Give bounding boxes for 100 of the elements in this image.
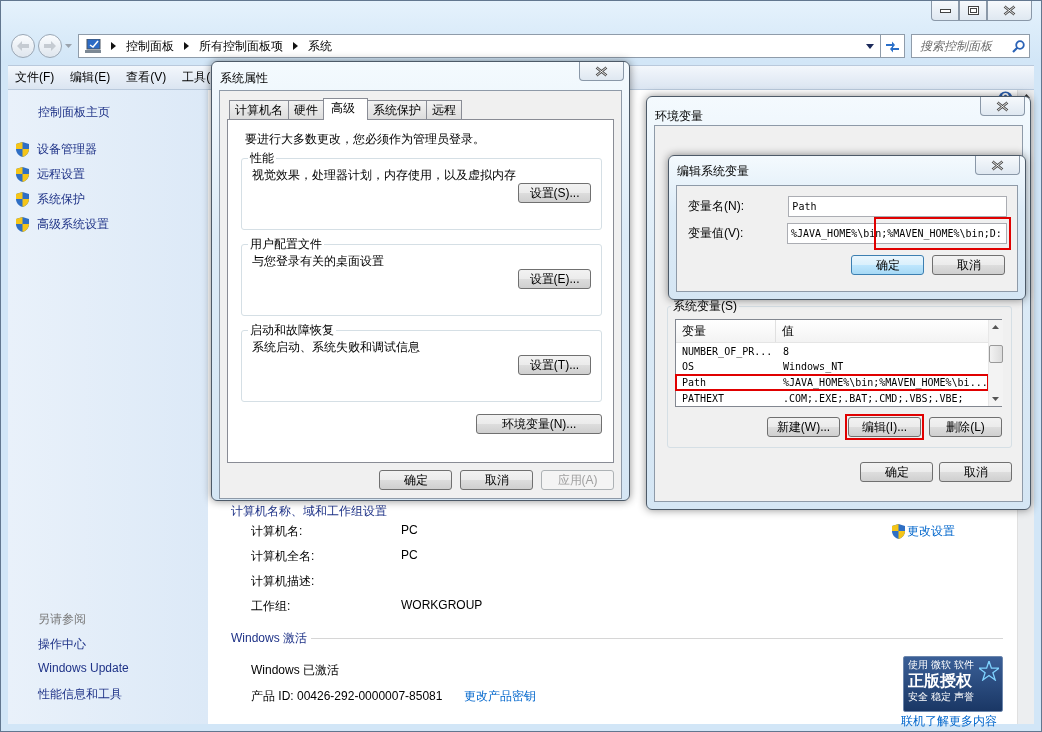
arrow-left-icon bbox=[17, 41, 29, 51]
settings-button[interactable]: 设置(T)... bbox=[518, 355, 591, 375]
list-row[interactable]: PATHEXT .COM;.EXE;.BAT;.CMD;.VBS;.VBE; bbox=[676, 390, 988, 406]
group-title: 用户配置文件 bbox=[249, 236, 323, 253]
close-button[interactable] bbox=[975, 156, 1020, 175]
field-label: 变量值(V): bbox=[688, 225, 745, 242]
breadcrumb[interactable]: 所有控制面板项 bbox=[199, 37, 283, 55]
dialog-button[interactable]: 确定 bbox=[379, 470, 452, 490]
group-description: 与您登录有关的桌面设置 bbox=[252, 253, 385, 269]
close-button[interactable] bbox=[980, 97, 1025, 116]
close-icon bbox=[1003, 5, 1016, 16]
group-description: 视觉效果，处理器计划，内存使用，以及虚拟内存 bbox=[252, 167, 517, 183]
close-button[interactable] bbox=[579, 62, 624, 81]
chevron-right-icon bbox=[184, 42, 189, 50]
column-header[interactable]: 值 bbox=[776, 320, 988, 343]
change-settings-link[interactable]: 更改设置 bbox=[907, 522, 955, 540]
field-value: PC bbox=[401, 523, 418, 539]
settings-button[interactable]: 设置(E)... bbox=[518, 269, 591, 289]
maximize-icon bbox=[967, 6, 979, 15]
arrow-down-icon[interactable] bbox=[992, 397, 1000, 401]
tab[interactable]: 硬件 bbox=[288, 100, 324, 119]
menu-item[interactable]: 文件(F) bbox=[12, 69, 58, 86]
sidebar-link[interactable]: 设备管理器 bbox=[37, 140, 97, 158]
tab[interactable]: 系统保护 bbox=[367, 100, 427, 119]
dialog-button[interactable]: 删除(L) bbox=[929, 417, 1002, 437]
field-label: 计算机名: bbox=[251, 523, 304, 539]
dialog-button[interactable]: 取消 bbox=[939, 462, 1012, 482]
dialog-button[interactable]: 取消 bbox=[932, 255, 1005, 275]
section-heading: 另请参阅 bbox=[38, 611, 87, 627]
computer-icon bbox=[85, 39, 101, 53]
shield-icon bbox=[16, 166, 29, 182]
chevron-right-icon bbox=[111, 42, 116, 50]
search-field[interactable]: 搜索控制面板 bbox=[911, 34, 1030, 58]
refresh-icon bbox=[885, 39, 900, 53]
menu-item[interactable]: 查看(V) bbox=[123, 69, 170, 86]
sidebar-link[interactable]: 控制面板主页 bbox=[38, 104, 208, 120]
section-heading: 计算机名称、域和工作组设置 bbox=[231, 503, 388, 519]
badge-caption: 安全 稳定 声誉 bbox=[908, 691, 975, 703]
sidebar-link[interactable]: Windows Update bbox=[38, 661, 208, 677]
badge-caption: 使用 微软 软件 bbox=[908, 659, 975, 671]
menu-item[interactable]: 工具( bbox=[179, 69, 214, 86]
chevron-right-icon bbox=[293, 42, 298, 50]
scroll-thumb[interactable] bbox=[988, 345, 1003, 363]
dialog-button[interactable]: 新建(W)... bbox=[767, 417, 840, 437]
search-input[interactable]: 搜索控制面板 bbox=[920, 39, 1010, 53]
sidebar-link[interactable]: 系统保护 bbox=[37, 190, 85, 208]
minimize-button[interactable] bbox=[931, 1, 959, 21]
star-icon bbox=[979, 661, 999, 681]
sidebar-link[interactable]: 高级系统设置 bbox=[37, 215, 109, 233]
tab[interactable]: 高级 bbox=[323, 98, 368, 120]
search-icon bbox=[1012, 39, 1025, 53]
group-title: 启动和故障恢复 bbox=[249, 322, 335, 339]
dialog-title: 编辑系统变量 bbox=[677, 163, 749, 180]
sidebar-link[interactable]: 性能信息和工具 bbox=[38, 686, 208, 702]
input-field[interactable]: Path bbox=[788, 196, 1007, 217]
refresh-button[interactable] bbox=[881, 34, 905, 58]
settings-button[interactable]: 设置(S)... bbox=[518, 183, 591, 203]
list-row[interactable]: NUMBER_OF_PR... 8 bbox=[676, 343, 988, 360]
sidebar-link[interactable]: 远程设置 bbox=[37, 165, 85, 183]
arrow-up-icon[interactable] bbox=[992, 325, 1000, 329]
change-key-link[interactable]: 更改产品密钥 bbox=[464, 688, 537, 705]
list-row[interactable]: OS Windows_NT bbox=[676, 359, 988, 375]
activation-status: Windows 已激活 bbox=[251, 662, 340, 679]
list-row[interactable]: Path %JAVA_HOME%\bin;%MAVEN_HOME%\bi... bbox=[676, 374, 988, 391]
dialog-button[interactable]: 编辑(I)... bbox=[848, 417, 921, 437]
maximize-button[interactable] bbox=[959, 1, 987, 21]
field-value: PC bbox=[401, 548, 418, 564]
learn-more-link[interactable]: 联机了解更多内容 bbox=[901, 715, 997, 727]
breadcrumb[interactable]: 系统 bbox=[308, 37, 332, 55]
product-id: 产品 ID: 00426-292-0000007-85081 bbox=[251, 688, 443, 705]
dialog-title: 系统属性 bbox=[220, 69, 268, 87]
tab[interactable]: 计算机名 bbox=[229, 100, 289, 119]
notice-text: 要进行大多数更改，您必须作为管理员登录。 bbox=[245, 131, 486, 147]
field-value: WORKGROUP bbox=[401, 598, 483, 614]
dialog-title: 环境变量 bbox=[655, 107, 703, 125]
dialog-button[interactable]: 确定 bbox=[860, 462, 933, 482]
dialog-button[interactable]: 确定 bbox=[851, 255, 924, 275]
group-description: 系统启动、系统失败和调试信息 bbox=[252, 339, 421, 355]
minimize-icon bbox=[939, 8, 951, 13]
dialog-button[interactable]: 取消 bbox=[460, 470, 533, 490]
close-icon bbox=[991, 159, 1004, 171]
address-bar[interactable]: 控制面板 所有控制面板项 系统 bbox=[78, 34, 881, 58]
environment-variables-button[interactable]: 环境变量(N)... bbox=[476, 414, 602, 434]
group-title: 系统变量(S) bbox=[672, 298, 738, 315]
field-label: 计算机全名: bbox=[251, 548, 316, 564]
column-header[interactable]: 变量 bbox=[676, 320, 776, 343]
sidebar-link[interactable]: 操作中心 bbox=[38, 636, 208, 652]
caret-down-icon[interactable] bbox=[866, 43, 874, 49]
shield-icon bbox=[16, 191, 29, 207]
group-title: 性能 bbox=[249, 150, 275, 167]
arrow-right-icon bbox=[44, 41, 56, 51]
shield-icon bbox=[16, 141, 29, 157]
tab[interactable]: 远程 bbox=[426, 100, 462, 119]
menu-item[interactable]: 编辑(E) bbox=[67, 69, 114, 86]
breadcrumb[interactable]: 控制面板 bbox=[126, 37, 174, 55]
close-icon bbox=[996, 100, 1009, 112]
shield-icon bbox=[16, 216, 29, 232]
close-icon bbox=[595, 65, 608, 77]
close-button[interactable] bbox=[987, 1, 1032, 21]
field-label: 计算机描述: bbox=[251, 573, 316, 589]
